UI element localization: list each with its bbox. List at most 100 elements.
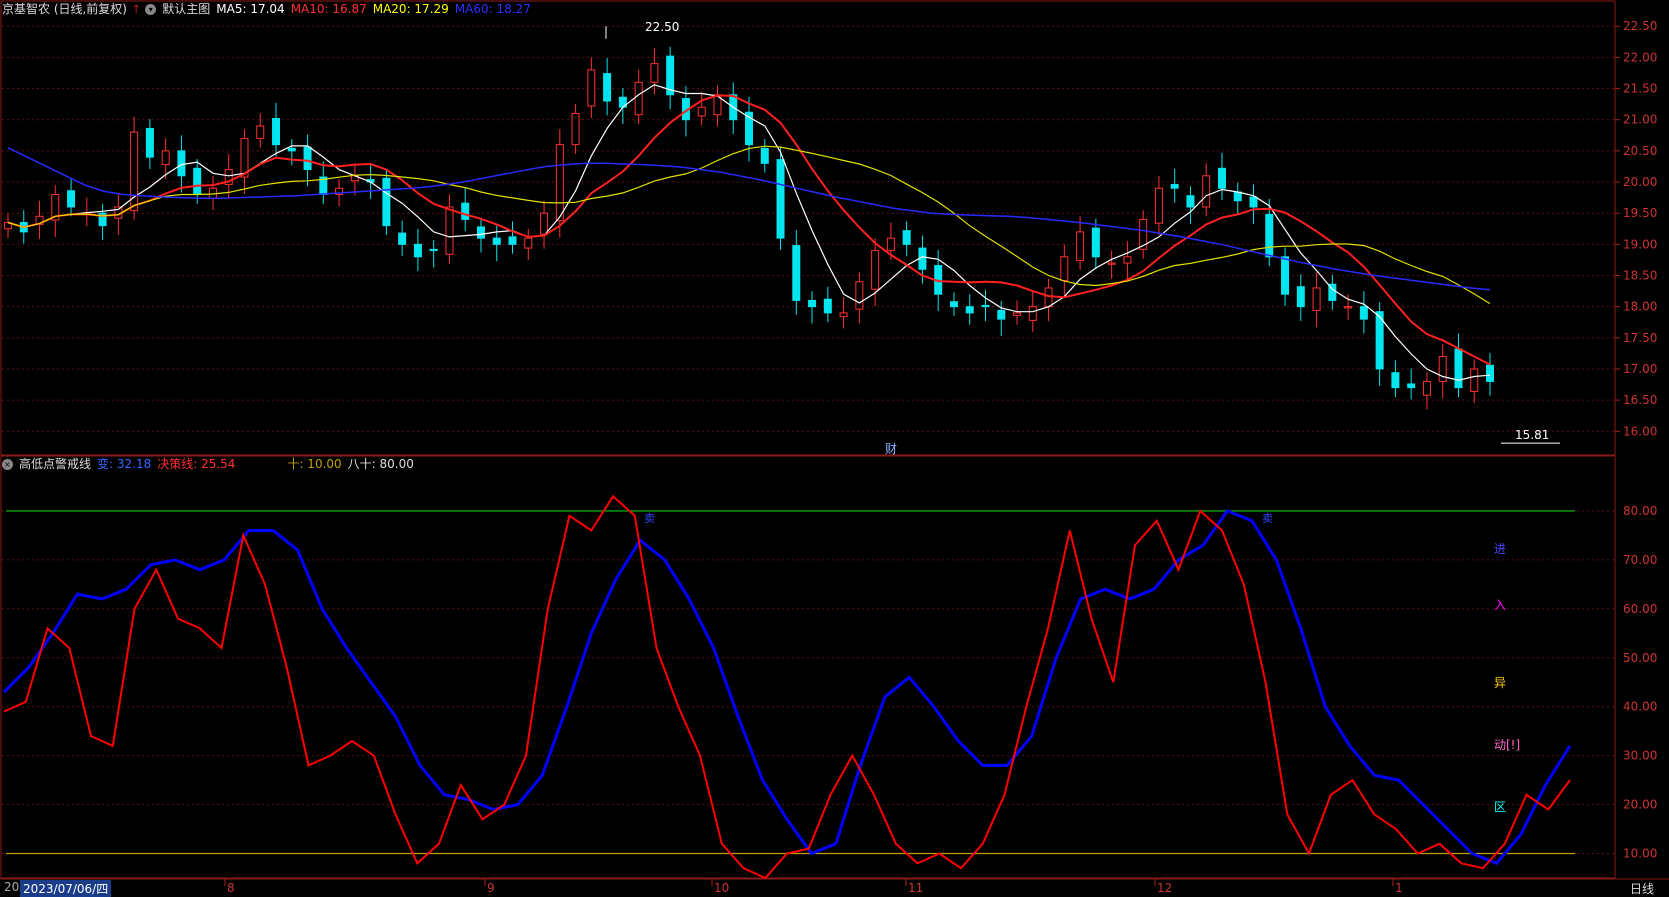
- candle-body: [476, 226, 485, 239]
- candle-body: [1154, 187, 1163, 224]
- candle-body: [382, 177, 391, 227]
- y-tick-label-main: 22.00: [1623, 50, 1657, 64]
- x-tick-label: 8: [227, 881, 235, 895]
- y-tick-label-main: 21.00: [1623, 113, 1657, 127]
- candle-body: [1091, 227, 1100, 258]
- x-tick-label: 11: [908, 881, 923, 895]
- candle-body: [949, 301, 958, 308]
- candle-body: [571, 112, 580, 146]
- candle-body: [1359, 306, 1368, 320]
- y-tick-label-sub: 80.00: [1623, 504, 1657, 518]
- candle-body: [697, 106, 706, 117]
- x-tick-label: 12: [1157, 881, 1172, 895]
- candle-body: [540, 212, 549, 235]
- ma10-label: MA10: 16.87: [290, 2, 367, 16]
- bian-label: 变: 32.18: [97, 457, 152, 471]
- candle-body: [823, 298, 832, 314]
- ma5-label: MA5: 17.04: [216, 2, 285, 16]
- candle-body: [587, 69, 596, 107]
- candle-body: [492, 237, 501, 245]
- candle-body: [634, 81, 643, 116]
- sub-panel-frame: [0, 455, 1616, 879]
- chart-canvas: 16.00 16.50 17.00 17.50 18.00 18.50 19.00 19.50…: [0, 0, 1669, 895]
- candle-body: [1202, 175, 1211, 208]
- candle-body: [461, 202, 470, 220]
- y-tick-label-sub: 50.00: [1623, 651, 1657, 665]
- x-tick-label: 9: [487, 881, 495, 895]
- candle-body: [287, 147, 296, 152]
- candle-body: [603, 73, 612, 102]
- candle-body: [145, 127, 154, 158]
- candle-body: [161, 150, 170, 166]
- cai-marker[interactable]: 财: [885, 440, 897, 457]
- candle-body: [1123, 256, 1132, 264]
- y-tick-label-main: 20.50: [1623, 144, 1657, 158]
- candle-body: [760, 147, 769, 164]
- candle-body: [1217, 167, 1226, 189]
- candle-body: [981, 304, 990, 308]
- side-text-2: 入: [1494, 598, 1507, 612]
- candle-body: [1312, 287, 1321, 311]
- close-icon[interactable]: ×: [2, 458, 13, 470]
- candle-body: [1233, 191, 1242, 202]
- candle-body: [886, 237, 895, 252]
- period-label[interactable]: 日线: [1630, 880, 1654, 897]
- candle-body: [555, 144, 564, 222]
- candle-body: [871, 250, 880, 290]
- candle-body: [1454, 348, 1463, 389]
- y-tick-label-main: 21.50: [1623, 82, 1657, 96]
- main-chart-label[interactable]: 默认主图: [162, 0, 210, 18]
- x-tick-label: 1: [1395, 881, 1403, 895]
- candle-body: [429, 248, 438, 252]
- side-text-1: 进: [1494, 542, 1507, 556]
- candle-body: [1422, 380, 1431, 396]
- y-tick-label-main: 19.00: [1623, 237, 1657, 251]
- x-axis-start-date[interactable]: 2023/07/06/四: [20, 880, 112, 897]
- y-tick-label-main: 20.00: [1623, 175, 1657, 189]
- candle-body: [1265, 213, 1274, 258]
- candle-body: [524, 237, 533, 249]
- high-price-label: 22.50: [645, 20, 680, 34]
- candle-body: [1249, 196, 1258, 208]
- low-price-label: 15.81: [1515, 428, 1550, 442]
- candle-body: [67, 190, 76, 208]
- candle-body: [1186, 195, 1195, 208]
- y-tick-label-sub: 70.00: [1623, 553, 1657, 567]
- candle-body: [1170, 184, 1179, 189]
- candle-body: [398, 232, 407, 245]
- decision-label: 决策线: 25.54: [157, 457, 236, 471]
- candle-body: [1438, 356, 1447, 382]
- candle-body: [1407, 383, 1416, 389]
- candle-body: [193, 167, 202, 195]
- ma60-label: MA60: 18.27: [454, 2, 531, 16]
- candle-body: [445, 206, 454, 255]
- y-tick-label-sub: 40.00: [1623, 700, 1657, 714]
- y-tick-label-main: 19.50: [1623, 206, 1657, 220]
- sell-marker-1: 卖: [644, 512, 655, 525]
- candle-body: [965, 306, 974, 314]
- candle-body: [1486, 364, 1494, 382]
- candle-body: [650, 63, 659, 83]
- stock-title[interactable]: 京基智农 (日线,前复权): [2, 0, 127, 18]
- candle-body: [177, 150, 186, 177]
- candle-body: [1281, 256, 1290, 295]
- y-tick-label-main: 17.00: [1623, 362, 1657, 376]
- main-panel-frame: [0, 0, 1616, 456]
- candle-body: [792, 245, 801, 301]
- chevron-down-icon[interactable]: ▾: [145, 3, 157, 15]
- candle-body: [1076, 231, 1085, 262]
- candle-body: [902, 230, 911, 245]
- indicator-name[interactable]: 高低点警戒线: [19, 455, 91, 473]
- candle-body: [1391, 372, 1400, 389]
- side-text-5: 区: [1494, 800, 1507, 814]
- side-text-4: 动[!]: [1494, 738, 1521, 752]
- candle-body: [1013, 312, 1022, 316]
- sell-marker-2: 卖: [1262, 512, 1273, 525]
- y-tick-label-main: 17.50: [1623, 331, 1657, 345]
- candle-body: [1296, 286, 1305, 308]
- candle-body: [413, 243, 422, 258]
- x-tick-label: 10: [714, 881, 729, 895]
- y-tick-label-main: 18.00: [1623, 300, 1657, 314]
- candle-body: [1107, 262, 1116, 265]
- eighty-label: 八十: 80.00: [347, 457, 414, 471]
